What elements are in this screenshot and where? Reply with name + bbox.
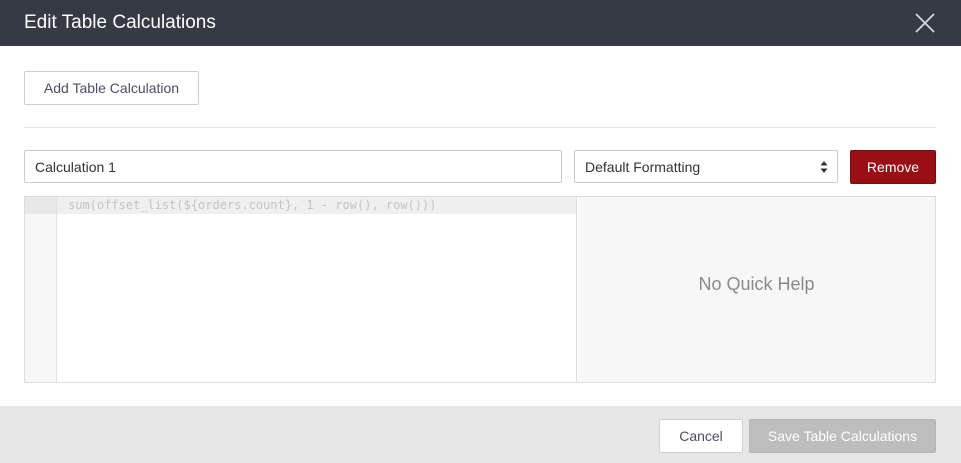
- calculation-name-input[interactable]: [24, 150, 562, 183]
- expression-editor[interactable]: sum(offset_list(${orders.count}, 1 - row…: [25, 197, 577, 382]
- active-line-number: [25, 197, 56, 214]
- expression-code[interactable]: sum(offset_list(${orders.count}, 1 - row…: [68, 198, 436, 213]
- editor-gutter: [25, 197, 57, 382]
- dialog-footer: Cancel Save Table Calculations: [0, 406, 961, 463]
- calculation-editor-area: sum(offset_list(${orders.count}, 1 - row…: [24, 196, 936, 383]
- dialog-title: Edit Table Calculations: [24, 12, 216, 33]
- select-arrows-icon: [820, 160, 828, 174]
- dialog-header: Edit Table Calculations: [0, 0, 961, 46]
- cancel-button[interactable]: Cancel: [659, 419, 743, 453]
- remove-button[interactable]: Remove: [850, 150, 936, 184]
- close-icon[interactable]: [912, 10, 938, 36]
- quick-help-panel: No Quick Help: [578, 197, 935, 382]
- quick-help-text: No Quick Help: [698, 274, 815, 294]
- edit-table-calculations-dialog: Edit Table Calculations Add Table Calcul…: [0, 0, 961, 463]
- format-select-value: Default Formatting: [585, 159, 701, 175]
- save-table-calculations-button[interactable]: Save Table Calculations: [749, 419, 936, 453]
- add-table-calculation-button[interactable]: Add Table Calculation: [24, 71, 199, 105]
- divider: [24, 127, 936, 128]
- format-select[interactable]: Default Formatting: [574, 150, 838, 183]
